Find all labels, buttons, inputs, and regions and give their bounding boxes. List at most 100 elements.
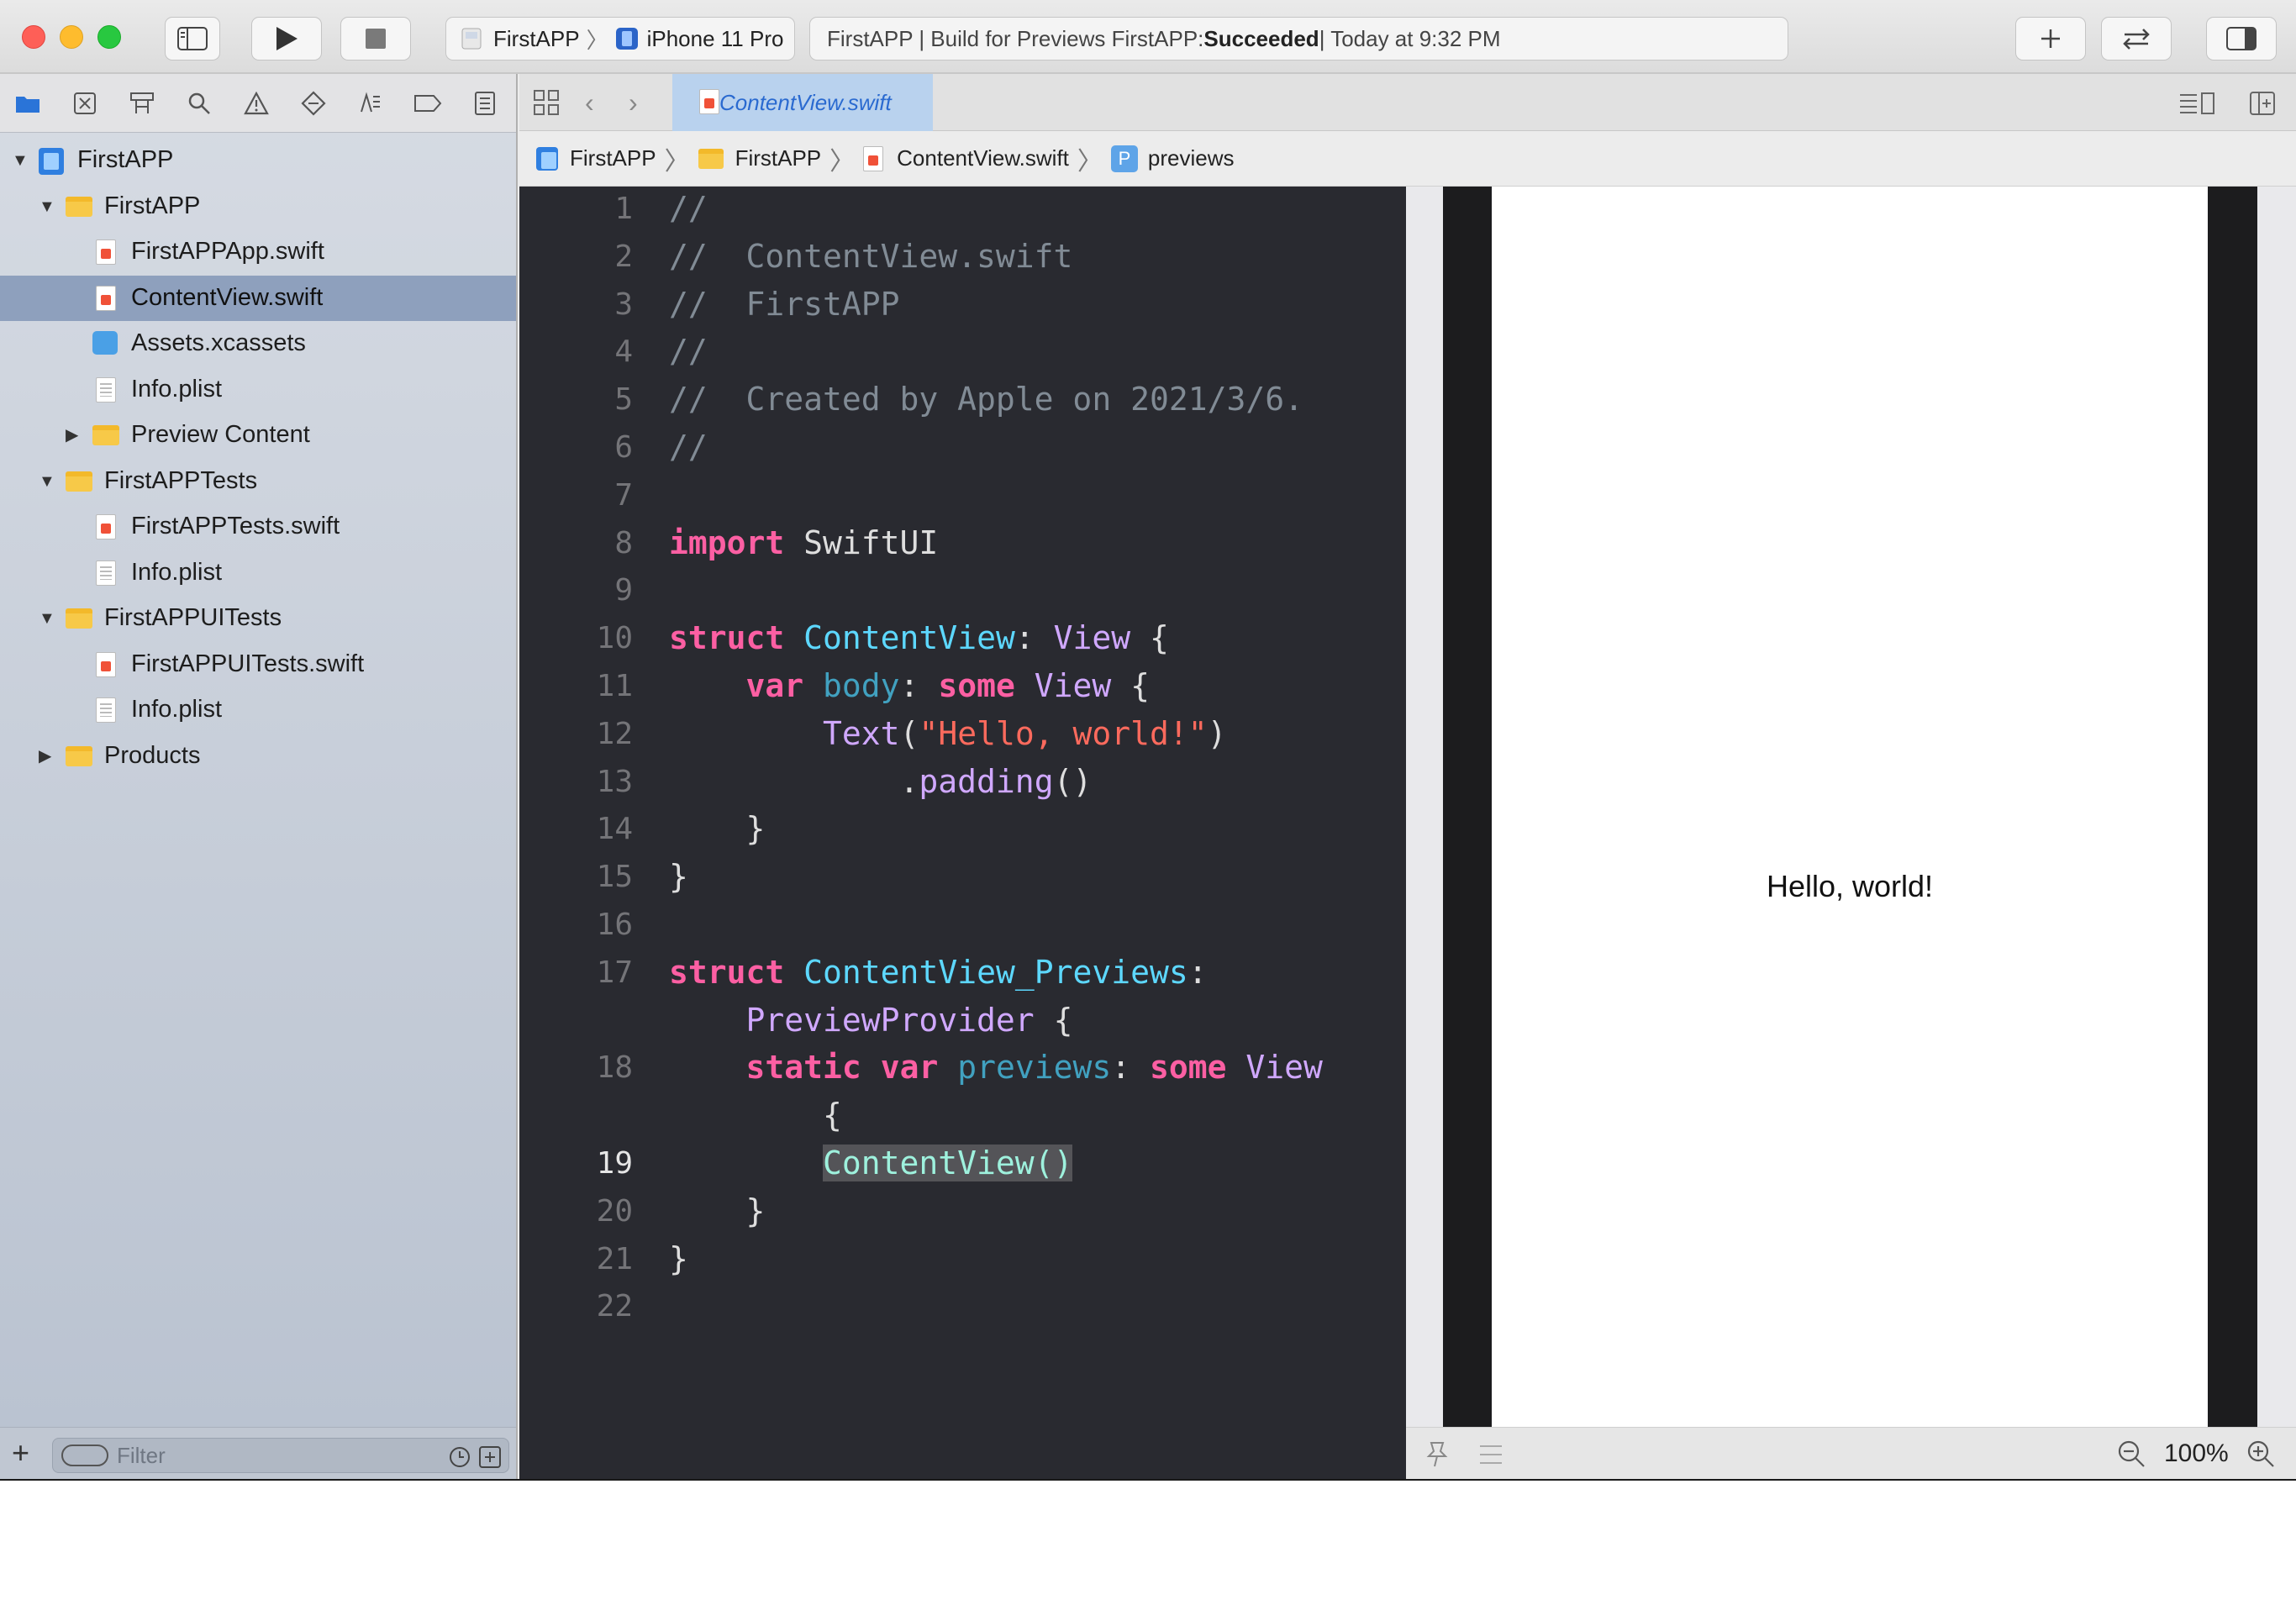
stop-button[interactable] (340, 17, 411, 61)
tree-item[interactable]: ▶ Products (0, 734, 516, 779)
related-items-icon[interactable] (533, 89, 560, 120)
tree-item[interactable]: Info.plist (0, 687, 516, 733)
adjust-editor-options-icon[interactable] (2178, 91, 2215, 120)
tree-item[interactable]: Info.plist (0, 367, 516, 413)
swift-file-icon (96, 285, 116, 311)
jumpbar-symbol[interactable]: P previews (1110, 145, 1235, 172)
scheme-selector[interactable]: FirstAPP 〉 iPhone 11 Pro (445, 17, 795, 61)
swap-arrows-icon (2123, 29, 2150, 50)
disclosure-collapsed-icon[interactable]: ▶ (39, 748, 55, 765)
asset-catalog-icon (92, 331, 118, 355)
editor-tab-bar: ‹ › ContentView.swift (519, 74, 2296, 131)
tree-item[interactable]: Info.plist (0, 550, 516, 596)
code-line: struct ContentView_Previews: (669, 954, 1208, 991)
tree-item[interactable]: ▼ FirstAPP (0, 138, 516, 183)
run-button[interactable] (251, 17, 322, 61)
chevron-right-icon: 〉 (829, 147, 856, 176)
line-number: 21 (596, 1242, 633, 1276)
add-editor-split-icon[interactable] (2249, 91, 2276, 120)
tree-item-label: Info.plist (131, 696, 222, 723)
line-number-current: 19 (596, 1146, 633, 1181)
toggle-navigator-button[interactable] (165, 17, 220, 61)
disclosure-expanded-icon[interactable]: ▼ (39, 198, 55, 215)
pin-icon[interactable] (1423, 1439, 1451, 1470)
swift-file-icon (96, 514, 116, 539)
tree-item[interactable]: FirstAPPUITests.swift (0, 642, 516, 687)
recent-files-icon[interactable] (448, 1445, 471, 1469)
jump-bar: FirstAPP 〉 FirstAPP 〉 ContentView.swift … (519, 131, 2296, 187)
tab-contentview[interactable]: ContentView.swift (672, 74, 933, 131)
tree-item-label: FirstAPP (77, 146, 174, 173)
jumpbar-group[interactable]: FirstAPP (698, 145, 821, 171)
preview-screen[interactable]: Hello, world! (1492, 187, 2208, 1427)
tree-item[interactable]: FirstAPPTests.swift (0, 504, 516, 550)
line-number: 11 (596, 669, 633, 703)
folder-icon (66, 608, 92, 629)
disclosure-expanded-icon[interactable]: ▼ (39, 610, 55, 627)
swift-file-icon (96, 239, 116, 265)
jumpbar-file[interactable]: ContentView.swift (863, 145, 1069, 171)
zoom-in-icon[interactable] (2246, 1439, 2275, 1468)
back-arrow-icon[interactable]: ‹ (585, 87, 594, 118)
symbol-navigator-icon[interactable] (128, 89, 156, 118)
code-review-button[interactable] (2101, 17, 2172, 61)
tree-item[interactable]: ContentView.swift (0, 275, 516, 321)
folder-icon (698, 148, 724, 169)
folder-icon (92, 425, 119, 445)
chevron-right-icon: 〉 (1077, 147, 1103, 176)
debug-navigator-icon[interactable] (356, 89, 385, 118)
disclosure-expanded-icon[interactable]: ▼ (12, 152, 29, 169)
project-icon (39, 148, 64, 175)
breakpoint-navigator-icon[interactable] (413, 89, 442, 118)
folder-navigator-icon[interactable] (13, 89, 42, 118)
code-line: } (669, 810, 766, 847)
filter-options-icon[interactable] (61, 1444, 108, 1466)
code-line: struct ContentView: View { (669, 619, 1169, 656)
scheme-device-name: iPhone 11 Pro (646, 25, 784, 51)
issue-navigator-icon[interactable] (242, 89, 271, 118)
tree-item[interactable]: ▶ Preview Content (0, 413, 516, 458)
zoom-level[interactable]: 100% (2164, 1439, 2229, 1468)
line-number: 8 (614, 526, 633, 560)
plist-file-icon (96, 560, 116, 586)
minimize-window-button[interactable] (60, 25, 83, 49)
line-number: 12 (596, 717, 633, 751)
preview-settings-icon[interactable] (1478, 1441, 1503, 1468)
tree-item[interactable]: ▼ FirstAPP (0, 184, 516, 229)
zoom-window-button[interactable] (97, 25, 121, 49)
window-toolbar: FirstAPP 〉 iPhone 11 Pro FirstAPP | Buil… (0, 0, 2296, 74)
disclosure-collapsed-icon[interactable]: ▶ (66, 427, 82, 444)
tree-item-label: FirstAPP (104, 192, 201, 219)
add-file-icon[interactable]: + (12, 1436, 29, 1470)
zoom-out-icon[interactable] (2117, 1439, 2146, 1468)
tree-item-label: FirstAPPUITests.swift (131, 650, 365, 677)
code-line: PreviewProvider { (745, 1002, 1073, 1039)
toggle-inspector-button[interactable] (2206, 17, 2277, 61)
source-control-filter-icon[interactable] (478, 1445, 502, 1469)
find-navigator-icon[interactable] (185, 89, 213, 118)
activity-status: FirstAPP | Build for Previews FirstAPP: … (809, 17, 1788, 61)
tree-item[interactable]: FirstAPPApp.swift (0, 229, 516, 275)
forward-arrow-icon[interactable]: › (629, 87, 638, 118)
source-control-navigator-icon[interactable] (71, 89, 99, 118)
test-navigator-icon[interactable] (299, 89, 328, 118)
tree-item[interactable]: ▼ FirstAPPTests (0, 459, 516, 504)
tree-item[interactable]: ▼ FirstAPPUITests (0, 596, 516, 641)
jumpbar-symbol-label: previews (1147, 145, 1235, 171)
report-navigator-icon[interactable] (471, 89, 499, 118)
status-result: Succeeded (1203, 25, 1319, 51)
disclosure-expanded-icon[interactable]: ▼ (39, 473, 55, 490)
tree-item[interactable]: Assets.xcassets (0, 321, 516, 366)
close-window-button[interactable] (22, 25, 45, 49)
folder-icon (66, 196, 92, 217)
folder-icon (66, 471, 92, 492)
folder-icon (66, 745, 92, 766)
inspector-panel-icon (2226, 27, 2257, 50)
code-line: { (669, 1097, 842, 1134)
library-button[interactable] (2015, 17, 2086, 61)
source-editor[interactable]: 1 2 3 4 5 6 7 8 9 10 11 12 13 14 15 16 1… (519, 187, 1406, 1479)
simulator-icon (615, 28, 638, 50)
filter-input[interactable]: Filter (52, 1438, 509, 1473)
jumpbar-project-label: FirstAPP (570, 145, 656, 171)
jumpbar-project[interactable]: FirstAPP (536, 145, 656, 171)
